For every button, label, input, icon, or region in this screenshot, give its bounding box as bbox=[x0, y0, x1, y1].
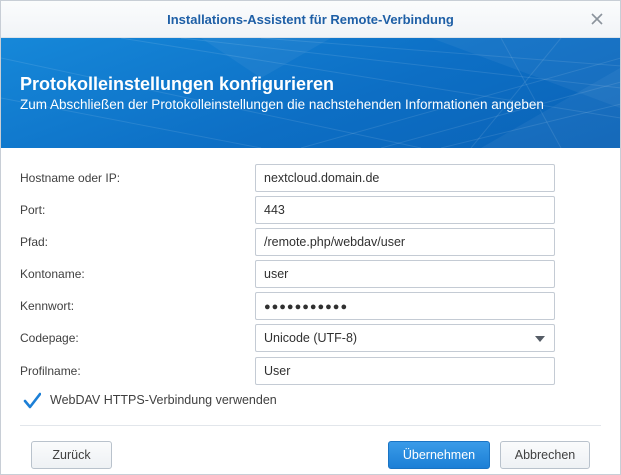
hostname-row: Hostname oder IP: nextcloud.domain.de bbox=[1, 164, 620, 194]
wizard-dialog: Installations-Assistent für Remote-Verbi… bbox=[0, 0, 621, 475]
account-row: Kontoname: user bbox=[1, 260, 620, 290]
hostname-label: Hostname oder IP: bbox=[20, 171, 121, 185]
chevron-down-icon bbox=[535, 336, 545, 342]
https-option: WebDAV HTTPS-Verbindung verwenden bbox=[20, 390, 420, 410]
codepage-value: Unicode (UTF-8) bbox=[264, 331, 358, 345]
banner-heading: Protokolleinstellungen konfigurieren bbox=[20, 74, 335, 94]
header-banner: Protokolleinstellungen konfigurieren Zum… bbox=[1, 38, 620, 148]
codepage-row: Codepage: Unicode (UTF-8) bbox=[1, 324, 620, 354]
profile-row: Profilname: User bbox=[1, 357, 620, 387]
account-label: Kontoname: bbox=[20, 267, 85, 281]
hostname-input[interactable]: nextcloud.domain.de bbox=[255, 164, 555, 192]
port-row: Port: 443 bbox=[1, 196, 620, 226]
path-input[interactable]: /remote.php/webdav/user bbox=[255, 228, 555, 256]
account-input[interactable]: user bbox=[255, 260, 555, 288]
port-input[interactable]: 443 bbox=[255, 196, 555, 224]
checkmark-icon bbox=[23, 392, 42, 409]
profile-input[interactable]: User bbox=[255, 357, 555, 385]
https-checkbox-label[interactable]: WebDAV HTTPS-Verbindung verwenden bbox=[50, 390, 277, 410]
password-mask: ●●●●●●●●●●● bbox=[264, 301, 349, 313]
password-row: Kennwort: ●●●●●●●●●●● bbox=[1, 292, 620, 322]
dialog-title: Installations-Assistent für Remote-Verbi… bbox=[167, 12, 454, 27]
back-button[interactable]: Zurück bbox=[31, 441, 112, 469]
banner-subheading: Zum Abschließen der Protokolleinstellung… bbox=[20, 97, 544, 112]
path-label: Pfad: bbox=[20, 235, 49, 249]
codepage-label: Codepage: bbox=[20, 331, 79, 345]
https-checkbox[interactable] bbox=[23, 392, 42, 410]
codepage-select[interactable]: Unicode (UTF-8) bbox=[255, 324, 555, 352]
password-input[interactable]: ●●●●●●●●●●● bbox=[255, 292, 555, 320]
cancel-button[interactable]: Abbrechen bbox=[500, 441, 590, 469]
close-icon[interactable] bbox=[588, 10, 606, 28]
apply-button[interactable]: Übernehmen bbox=[388, 441, 490, 469]
title-bar: Installations-Assistent für Remote-Verbi… bbox=[1, 1, 620, 38]
password-label: Kennwort: bbox=[20, 299, 75, 313]
port-label: Port: bbox=[20, 203, 46, 217]
footer-divider bbox=[20, 425, 601, 426]
path-row: Pfad: /remote.php/webdav/user bbox=[1, 228, 620, 258]
profile-label: Profilname: bbox=[20, 364, 81, 378]
